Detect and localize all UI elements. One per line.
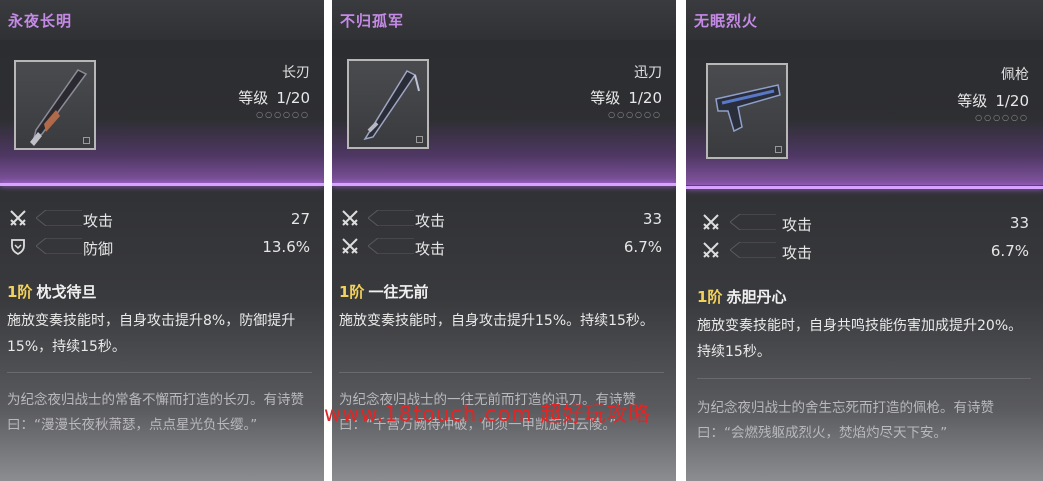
- watermark-text: www.18touch.com 超好玩攻略: [324, 402, 651, 426]
- crossed-swords-icon: [10, 210, 26, 226]
- card-title-bar: 无眠烈火: [686, 0, 1043, 40]
- weapon-image-frame[interactable]: [14, 60, 96, 150]
- lore-text: 为纪念夜归战士的常备不懈而打造的长刃。有诗赞曰：“漫漫长夜秋萧瑟，点点星光负长缨…: [7, 392, 304, 433]
- divider: [339, 372, 664, 373]
- weapon-type: 佩枪: [1001, 67, 1029, 83]
- crossed-swords-icon: [342, 238, 358, 254]
- stat-value: 6.7%: [623, 238, 662, 256]
- weapon-name: 无眠烈火: [694, 12, 759, 30]
- shield-icon: [11, 239, 25, 255]
- weapon-level: 等级 1/20: [590, 89, 662, 107]
- passive-description: 施放变奏技能时，自身攻击提升15%。持续15秒。: [339, 313, 654, 329]
- rarity-stars: ○○○○○○: [608, 110, 662, 119]
- weapon-level: 等级 1/20: [957, 92, 1029, 110]
- rarity-stars: ○○○○○○: [256, 110, 310, 119]
- sword-weapon-icon: [363, 70, 420, 141]
- stat-row-attack-percent: 攻击 6.7%: [686, 237, 1043, 265]
- stat-label: 攻击: [415, 240, 446, 258]
- weapon-type: 长刃: [282, 65, 310, 81]
- passive-description: 施放变奏技能时，自身攻击提升8%，防御提升15%，持续15秒。: [7, 313, 296, 355]
- passive-name: 枕戈待旦: [36, 283, 97, 301]
- weapon-card-1[interactable]: 永夜长明 长刃 等级 1/20 ○○○○○○ 攻击 27 防御 13.6% 1阶枕…: [0, 0, 324, 481]
- divider: [7, 372, 312, 373]
- passive-title: 1阶 一往无前: [339, 281, 428, 302]
- passive-title: 1阶 赤胆丹心: [697, 286, 786, 307]
- passive-title: 1阶 枕戈待旦: [7, 281, 96, 302]
- weapon-name: 不归孤军: [340, 12, 405, 30]
- crossed-swords-icon: [703, 242, 719, 258]
- stat-value: 33: [642, 210, 662, 228]
- card-title-bar: 不归孤军: [332, 0, 676, 40]
- passive-name: 赤胆丹心: [726, 288, 787, 306]
- passive-rank: 1阶: [7, 283, 33, 301]
- lore-text: 为纪念夜归战士的舍生忘死而打造的佩枪。有诗赞曰：“会燃残躯成烈火，焚焰灼尽天下安…: [697, 400, 994, 441]
- weapon-name: 永夜长明: [8, 12, 73, 30]
- divider: [697, 378, 1031, 379]
- stat-row-attack: 攻击 33: [332, 205, 676, 233]
- stat-row-attack-percent: 攻击 6.7%: [332, 233, 676, 261]
- weapon-image-frame[interactable]: [706, 63, 788, 159]
- stat-row-defense: 防御 13.6%: [0, 233, 324, 261]
- stat-value: 6.7%: [990, 242, 1029, 260]
- accent-line: [686, 186, 1043, 189]
- accent-line: [0, 183, 324, 186]
- blade-weapon-icon: [30, 69, 88, 146]
- stat-label: 攻击: [415, 212, 446, 230]
- stat-value: 13.6%: [262, 238, 310, 256]
- passive-description: 施放变奏技能时，自身共鸣技能伤害加成提升20%。持续15秒。: [697, 318, 1023, 360]
- stat-label: 防御: [83, 240, 114, 258]
- pistol-weapon-icon: [715, 84, 781, 133]
- stat-label: 攻击: [782, 244, 813, 262]
- card-title-bar: 永夜长明: [0, 0, 324, 40]
- stat-label: 攻击: [83, 212, 114, 230]
- stat-row-attack: 攻击 27: [0, 205, 324, 233]
- crossed-swords-icon: [703, 214, 719, 230]
- stat-row-attack: 攻击 33: [686, 209, 1043, 237]
- accent-line: [332, 183, 676, 186]
- passive-rank: 1阶: [339, 283, 365, 301]
- stat-value: 27: [290, 210, 310, 228]
- stat-value: 33: [1009, 214, 1029, 232]
- weapon-type: 迅刀: [634, 65, 662, 81]
- crossed-swords-icon: [342, 210, 358, 226]
- stat-label: 攻击: [782, 216, 813, 234]
- passive-name: 一往无前: [368, 283, 429, 301]
- rarity-stars: ○○○○○○: [975, 113, 1029, 122]
- weapon-level: 等级 1/20: [238, 89, 310, 107]
- weapon-card-3[interactable]: 无眠烈火 佩枪 等级 1/20 ○○○○○○ 攻击 33 攻击 6.7% 1阶 赤胆…: [686, 0, 1043, 481]
- passive-rank: 1阶: [697, 288, 723, 306]
- weapon-image-frame[interactable]: [347, 59, 429, 149]
